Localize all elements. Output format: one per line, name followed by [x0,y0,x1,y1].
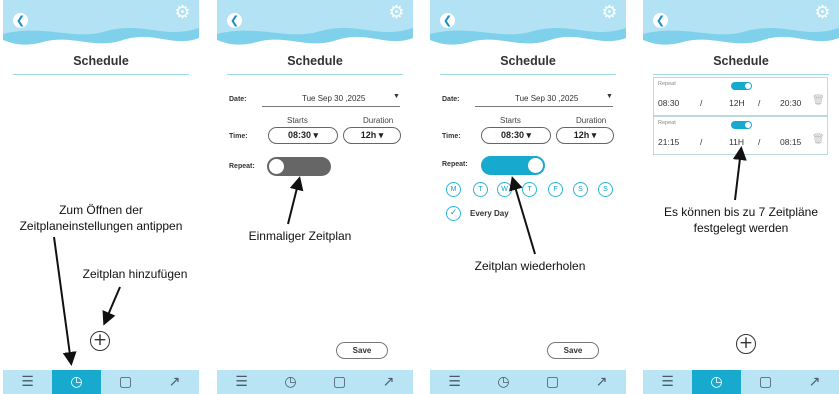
arrow-to-repeat-on [509,176,536,255]
arrow-to-add-button [102,286,121,326]
annotation-arrows [53,146,747,366]
arrow-to-repeat-off [287,176,304,225]
arrow-to-schedule-tab [53,236,77,366]
arrow-to-schedule-list [732,146,747,201]
